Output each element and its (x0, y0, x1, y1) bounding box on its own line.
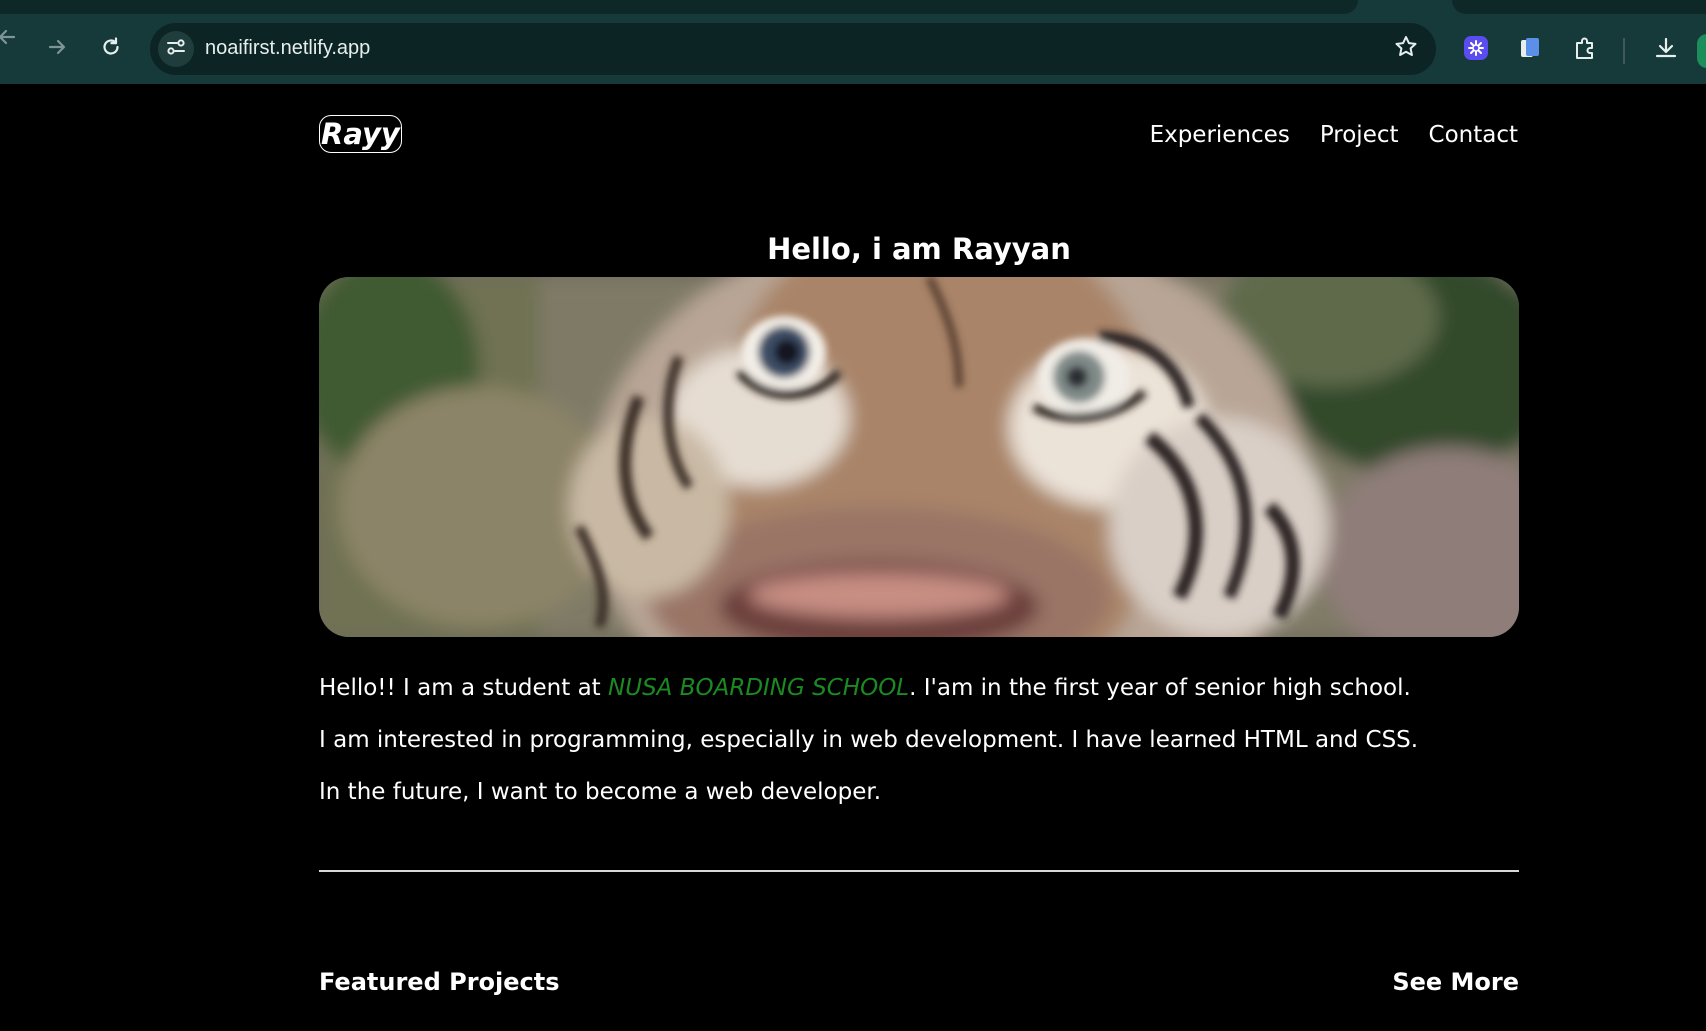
url-text[interactable]: noaifirst.netlify.app (205, 37, 370, 60)
hero-image (319, 277, 1519, 637)
browser-toolbar: noaifirst.netlify.app (0, 14, 1706, 84)
nav-link-contact[interactable]: Contact (1429, 118, 1518, 152)
school-name: NUSA BOARDING SCHOOL (608, 675, 910, 701)
toolbar-separator (1623, 38, 1625, 64)
forward-button[interactable] (40, 32, 74, 66)
bio-line-1: Hello!! I am a student at NUSA BOARDING … (319, 662, 1549, 714)
arrow-right-icon (46, 36, 68, 62)
featured-projects-title: Featured Projects (319, 968, 560, 996)
bio-line-1-suffix: . I'am in the first year of senior high … (909, 675, 1411, 701)
sparkle-extension-icon (1462, 34, 1490, 66)
site-logo[interactable]: Rayy (319, 115, 402, 153)
nav-link-project[interactable]: Project (1320, 118, 1399, 152)
bio-section: Hello!! I am a student at NUSA BOARDING … (319, 662, 1549, 818)
bio-line-1-prefix: Hello!! I am a student at (319, 675, 609, 701)
main-nav: Experiences Project Contact (1150, 118, 1518, 152)
browser-chrome: noaifirst.netlify.app (0, 0, 1706, 84)
extensions-menu-button[interactable] (1570, 34, 1602, 66)
star-icon (1393, 34, 1419, 64)
document-extension-icon (1517, 35, 1543, 65)
profile-avatar[interactable] (1697, 34, 1706, 68)
back-button[interactable] (0, 22, 24, 56)
document-extension-button[interactable] (1514, 34, 1546, 66)
address-bar[interactable]: noaifirst.netlify.app (150, 23, 1436, 75)
nav-link-experiences[interactable]: Experiences (1150, 118, 1290, 152)
puzzle-icon (1573, 35, 1599, 65)
bio-line-2: I am interested in programming, especial… (319, 727, 1419, 753)
tab-strip (0, 0, 1358, 14)
section-divider (319, 870, 1519, 872)
see-more-link[interactable]: See More (1392, 964, 1519, 1000)
site-info-button[interactable] (158, 31, 194, 67)
arrow-left-icon (0, 26, 18, 52)
bio-line-3: In the future, I want to become a web de… (319, 779, 882, 805)
downloads-button[interactable] (1650, 34, 1682, 66)
reload-button[interactable] (94, 32, 128, 66)
tab-strip-right (1452, 0, 1706, 14)
sparkle-extension-button[interactable] (1460, 34, 1492, 66)
tune-icon (165, 36, 187, 62)
reload-icon (100, 36, 122, 62)
download-icon (1653, 35, 1679, 65)
bookmark-button[interactable] (1392, 35, 1420, 63)
page-title: Hello, i am Rayyan (767, 232, 1071, 267)
